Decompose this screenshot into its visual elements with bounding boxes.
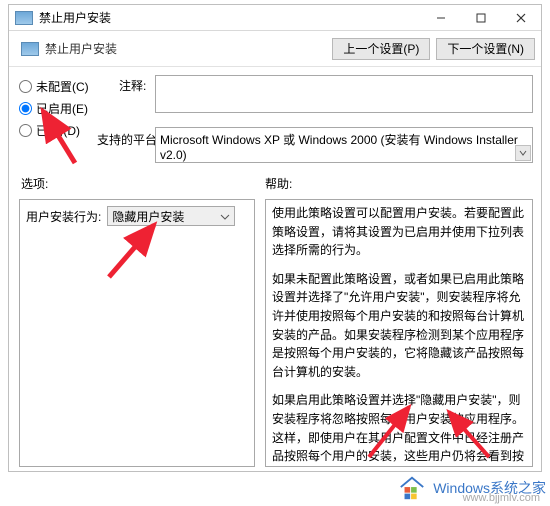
behavior-label: 用户安装行为: <box>26 208 101 225</box>
radio-not-configured-input[interactable] <box>19 80 32 93</box>
platform-text: Microsoft Windows XP 或 Windows 2000 (安装有… <box>160 133 518 162</box>
window: 禁止用户安装 禁止用户安装 上一个设置(P) 下一个设置(N) 未配置(C) <box>8 4 542 472</box>
platform-box: Microsoft Windows XP 或 Windows 2000 (安装有… <box>155 127 533 163</box>
platform-label: 支持的平台: <box>97 131 160 148</box>
toolbar-title-group: 禁止用户安装 <box>15 40 117 57</box>
house-icon <box>397 474 427 502</box>
radio-disabled-input[interactable] <box>19 124 32 137</box>
comment-input[interactable] <box>155 75 533 113</box>
watermark-url: www.bjjmlv.com <box>463 492 540 504</box>
next-setting-button[interactable]: 下一个设置(N) <box>436 38 535 60</box>
toolbar-title: 禁止用户安装 <box>45 40 117 57</box>
behavior-combobox[interactable]: 隐藏用户安装 <box>107 206 235 226</box>
option-row-behavior: 用户安装行为: 隐藏用户安装 <box>20 200 254 232</box>
toolbar: 禁止用户安装 上一个设置(P) 下一个设置(N) <box>9 31 541 67</box>
behavior-combobox-value: 隐藏用户安装 <box>112 208 184 225</box>
main-area: 未配置(C) 已启用(E) 已 用(D) 注释: 支持的平台: Microsof… <box>9 67 541 471</box>
radio-not-configured[interactable]: 未配置(C) <box>19 75 104 97</box>
titlebar: 禁止用户安装 <box>9 5 541 31</box>
options-panel: 用户安装行为: 隐藏用户安装 <box>19 199 255 467</box>
chevron-down-icon <box>220 211 230 225</box>
radio-not-configured-label: 未配置(C) <box>36 78 89 95</box>
radio-disabled[interactable]: 已 用(D) <box>19 119 104 141</box>
settings-icon <box>21 42 39 56</box>
help-p2: 如果未配置此策略设置，或者如果已启用此策略设置并选择了"允许用户安装"，则安装程… <box>272 270 526 382</box>
window-title: 禁止用户安装 <box>39 9 421 26</box>
minimize-button[interactable] <box>421 5 461 31</box>
radio-enabled-label: 已启用(E) <box>36 100 88 117</box>
maximize-button[interactable] <box>461 5 501 31</box>
radio-enabled[interactable]: 已启用(E) <box>19 97 104 119</box>
radio-enabled-input[interactable] <box>19 102 32 115</box>
radio-disabled-label: 已 用(D) <box>36 122 80 139</box>
state-radio-group: 未配置(C) 已启用(E) 已 用(D) <box>19 75 104 141</box>
help-panel: 使用此策略设置可以配置用户安装。若要配置此策略设置，请将其设置为已启用并使用下拉… <box>265 199 533 467</box>
help-p1: 使用此策略设置可以配置用户安装。若要配置此策略设置，请将其设置为已启用并使用下拉… <box>272 204 526 260</box>
help-p3: 如果启用此策略设置并选择"隐藏用户安装"，则安装程序将忽略按照每个用户安装的应用… <box>272 391 526 467</box>
close-button[interactable] <box>501 5 541 31</box>
help-label: 帮助: <box>265 175 292 192</box>
app-icon <box>15 11 33 25</box>
comment-label: 注释: <box>119 77 146 94</box>
options-label: 选项: <box>21 175 48 192</box>
previous-setting-button[interactable]: 上一个设置(P) <box>332 38 430 60</box>
platform-scroll-down[interactable] <box>515 145 531 161</box>
